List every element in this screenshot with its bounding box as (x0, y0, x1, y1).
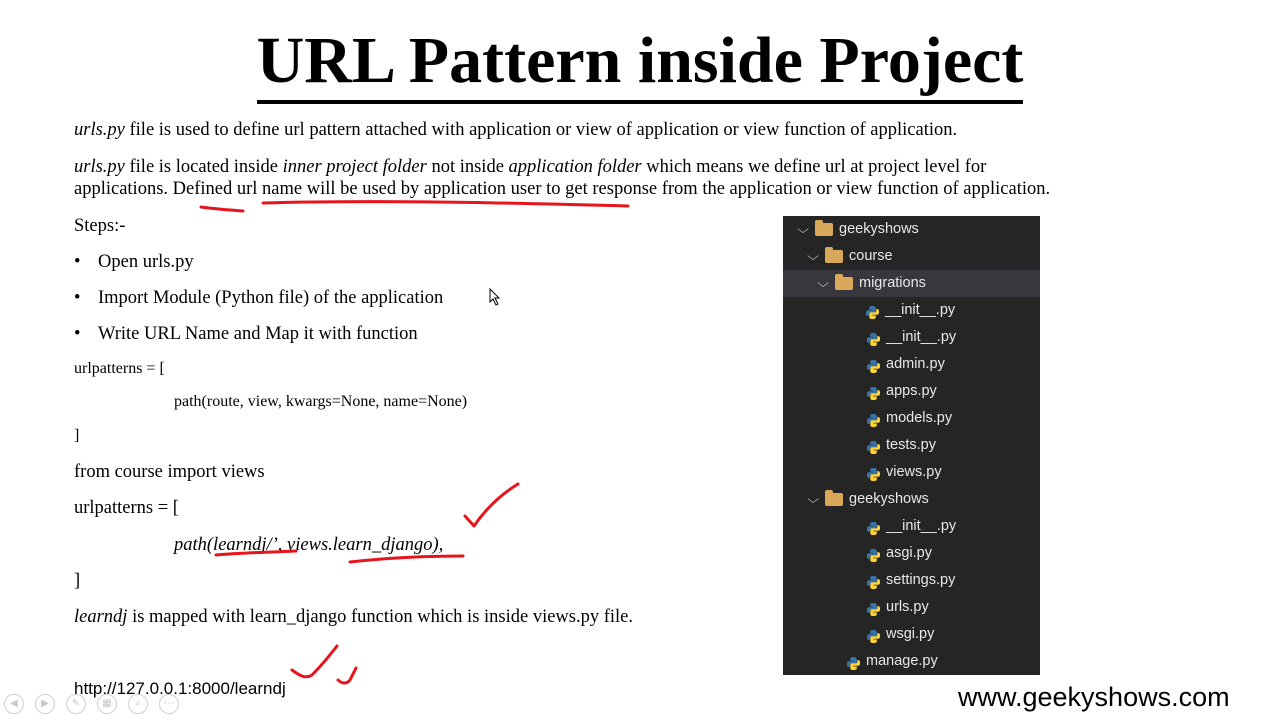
para2-text-3: which means we define url at project lev… (641, 157, 987, 177)
tree-file[interactable]: tests.py (783, 432, 1040, 459)
tree-item-label: __init__.py (886, 329, 957, 345)
chevron-down-icon[interactable]: ⌵ (815, 270, 831, 297)
tree-item-label: views.py (886, 464, 942, 480)
chevron-down-icon[interactable]: ⌵ (805, 486, 821, 513)
tree-item-label: __init__.py (886, 518, 957, 534)
tree-item-label: geekyshows (839, 221, 919, 237)
file-explorer: ⌵ geekyshows ⌵ course ⌵ migrations __init__.py… (783, 216, 1040, 675)
para2-text-1: file is located inside (124, 157, 283, 177)
python-file-icon (865, 303, 880, 320)
mapping-sentence: learndj is mapped with learn_django func… (74, 606, 633, 628)
pen-icon[interactable]: ✎ (66, 694, 86, 714)
python-file-icon (866, 411, 881, 428)
python-file-icon (846, 654, 861, 671)
chevron-down-icon[interactable]: ⌵ (795, 216, 811, 243)
python-file-icon (866, 330, 881, 347)
folder-icon (835, 274, 853, 290)
tree-file[interactable]: urls.py (783, 594, 1040, 621)
code1-path: path(route, view, kwargs=None, name=None… (174, 393, 468, 410)
tree-folder[interactable]: ⌵ migrations (783, 270, 1040, 297)
tree-file[interactable]: __init__.py (783, 513, 1040, 540)
python-file-icon (866, 627, 881, 644)
python-file-icon (866, 573, 881, 590)
code1-close: ] (74, 427, 80, 444)
tree-file[interactable]: wsgi.py (783, 621, 1040, 648)
tree-item-label: migrations (859, 275, 926, 291)
tree-item-label: course (849, 248, 893, 264)
tree-item-label: settings.py (886, 572, 956, 588)
underline-defined (199, 205, 245, 213)
checkmark-url-2 (336, 666, 358, 685)
code1-open: urlpatterns = [ (74, 360, 165, 377)
underline-learn-django (348, 554, 465, 564)
para2-text-2: not inside (426, 157, 509, 177)
chevron-down-icon[interactable]: ⌵ (805, 243, 821, 270)
prev-icon[interactable]: ◀ (4, 694, 24, 714)
step-item: Import Module (Python file) of the appli… (74, 287, 443, 309)
tree-item-label: tests.py (886, 437, 936, 453)
folder-icon (825, 490, 843, 506)
tree-file[interactable]: apps.py (783, 378, 1040, 405)
slideshow-controls: ◀ ▶ ✎ ▦ ⌕ ⋯ (4, 694, 180, 714)
urls-file-name: urls.py (74, 120, 125, 140)
tree-folder[interactable]: ⌵ geekyshows (783, 216, 1040, 243)
code2-path: path(learndj/’, views.learn_django), (174, 535, 444, 555)
tree-file[interactable]: manage.py (783, 648, 1040, 675)
python-file-icon (866, 546, 881, 563)
underline-url-name (261, 200, 630, 208)
python-file-icon (866, 384, 881, 401)
import-line: from course import views (74, 462, 265, 482)
checkmark-urlpatterns (463, 482, 520, 528)
application-folder: application folder (508, 157, 642, 177)
tree-item-label: manage.py (866, 653, 938, 669)
paragraph-urls-purpose: urls.py file is used to define url patte… (74, 119, 957, 141)
website-watermark: www.geekyshows.com (958, 682, 1230, 712)
tree-item-label: geekyshows (849, 491, 929, 507)
slides-icon[interactable]: ▦ (97, 694, 117, 714)
python-file-icon (866, 600, 881, 617)
python-file-icon (866, 357, 881, 374)
tree-folder[interactable]: ⌵ course (783, 243, 1040, 270)
tree-item-label: wsgi.py (886, 626, 935, 642)
more-icon[interactable]: ⋯ (159, 694, 179, 714)
tree-item-label: asgi.py (886, 545, 932, 561)
mapping-text: is mapped with learn_django function whi… (127, 607, 634, 627)
tree-file[interactable]: views.py (783, 459, 1040, 486)
mouse-cursor-icon (489, 287, 501, 306)
tree-item-label: models.py (886, 410, 953, 426)
steps-heading: Steps:- (74, 216, 126, 236)
tree-item-label: apps.py (886, 383, 937, 399)
zoom-icon[interactable]: ⌕ (128, 694, 148, 714)
tree-file[interactable]: __init__.py (783, 324, 1040, 351)
para1-text: file is used to define url pattern attac… (124, 120, 958, 140)
tree-item-label: __init__.py (885, 302, 956, 318)
slide-title: URL Pattern inside Project (0, 22, 1280, 104)
checkmark-url-1 (290, 644, 339, 679)
tree-file[interactable]: settings.py (783, 567, 1040, 594)
code2-open: urlpatterns = [ (74, 498, 179, 518)
tree-file[interactable]: asgi.py (783, 540, 1040, 567)
tree-file[interactable]: models.py (783, 405, 1040, 432)
paragraph-urls-location-line2: applications. Defined url name will be u… (74, 179, 1051, 199)
code2-close: ] (74, 571, 81, 591)
tree-file[interactable]: __init__.py (783, 297, 1040, 324)
tree-file[interactable]: admin.py (783, 351, 1040, 378)
step-item: Write URL Name and Map it with function (74, 323, 418, 345)
learndj-term: learndj (74, 607, 128, 627)
python-file-icon (866, 438, 881, 455)
folder-icon (815, 220, 833, 236)
tree-item-label: urls.py (886, 599, 929, 615)
paragraph-urls-location: urls.py file is located inside inner pro… (74, 156, 986, 178)
step-item: Open urls.py (74, 251, 193, 273)
tree-item-label: admin.py (886, 356, 945, 372)
urls-file-name-2: urls.py (74, 157, 125, 177)
inner-project-folder: inner project folder (282, 157, 427, 177)
python-file-icon (866, 519, 881, 536)
folder-icon (825, 247, 843, 263)
tree-folder[interactable]: ⌵ geekyshows (783, 486, 1040, 513)
slide-title-text: URL Pattern inside Project (256, 22, 1024, 104)
python-file-icon (866, 465, 881, 482)
next-icon[interactable]: ▶ (35, 694, 55, 714)
